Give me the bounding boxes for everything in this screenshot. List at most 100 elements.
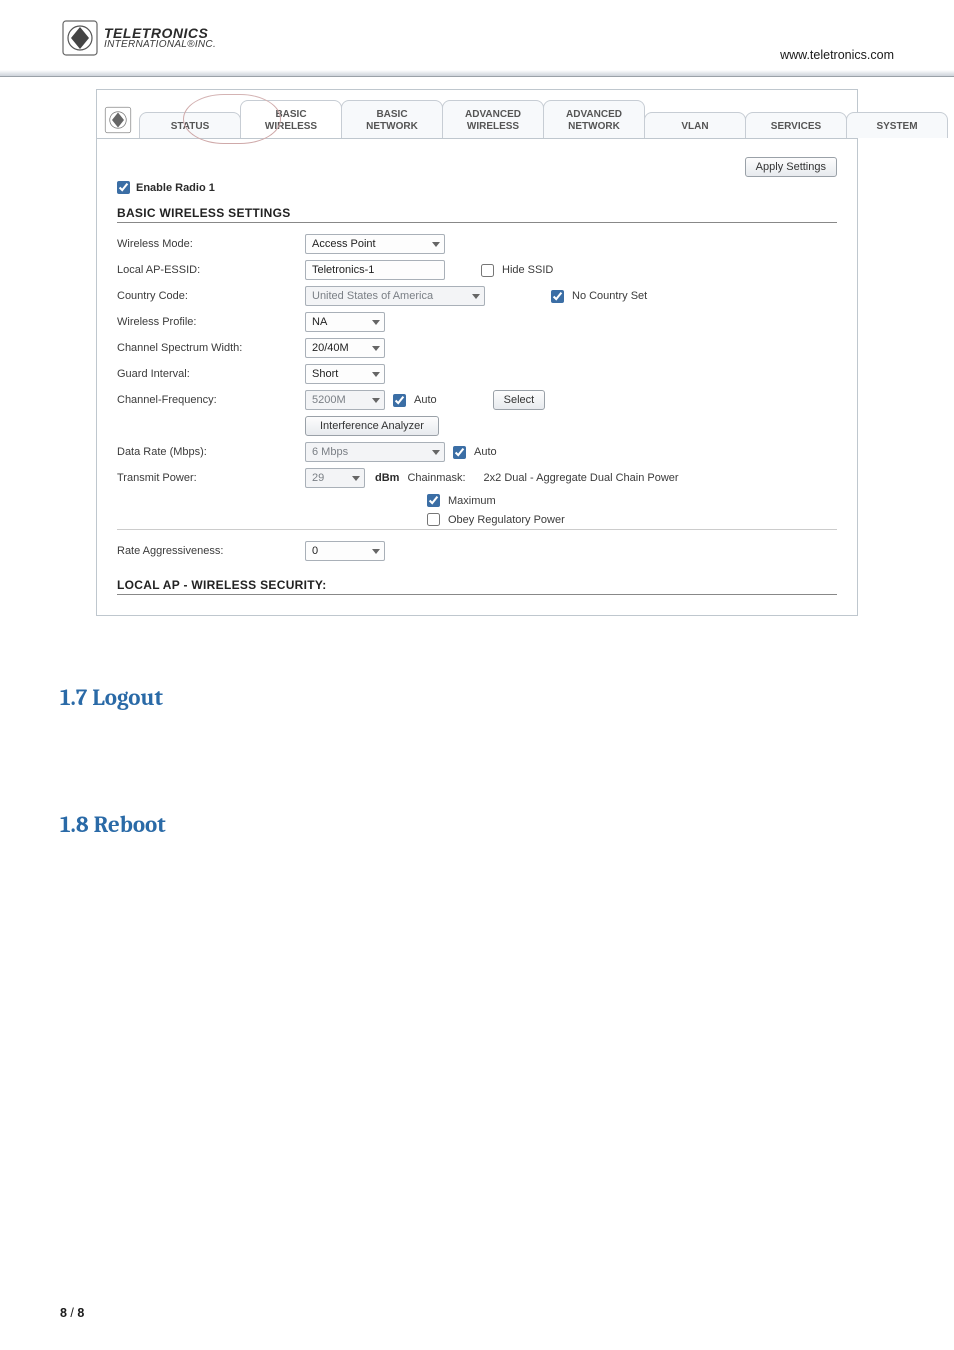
chevron-down-icon xyxy=(372,398,380,403)
country-code-select[interactable]: United States of America xyxy=(305,286,485,306)
enable-radio-checkbox[interactable] xyxy=(117,181,130,194)
settings-panel: STATUS BASIC WIRELESS BASIC NETWORK ADVA… xyxy=(96,89,858,616)
tab-label: BASIC xyxy=(376,109,407,120)
section-divider xyxy=(117,222,837,223)
maximum-checkbox[interactable] xyxy=(427,494,440,507)
page-total: 8 xyxy=(77,1306,84,1320)
essid-label: Local AP-ESSID: xyxy=(117,264,297,276)
page-sep: / xyxy=(67,1306,77,1320)
obey-regulatory-label: Obey Regulatory Power xyxy=(448,514,565,526)
doc-url: www.teletronics.com xyxy=(780,48,894,62)
select-value: 5200M xyxy=(312,394,346,406)
rate-aggressiveness-label: Rate Aggressiveness: xyxy=(117,545,297,557)
country-code-label: Country Code: xyxy=(117,290,297,302)
channel-freq-auto-checkbox[interactable] xyxy=(393,394,406,407)
select-value: Access Point xyxy=(312,238,376,250)
channel-frequency-select[interactable]: 5200M xyxy=(305,390,385,410)
tab-sublabel: WIRELESS xyxy=(467,121,519,132)
tab-label: VLAN xyxy=(681,121,708,132)
guard-interval-label: Guard Interval: xyxy=(117,368,297,380)
chevron-down-icon xyxy=(372,372,380,377)
select-value: United States of America xyxy=(312,290,433,302)
channel-freq-auto-label: Auto xyxy=(414,394,437,406)
select-value: 0 xyxy=(312,545,318,557)
page-current: 8 xyxy=(60,1306,67,1320)
input-value: Teletronics-1 xyxy=(312,264,374,276)
chainmask-value: 2x2 Dual - Aggregate Dual Chain Power xyxy=(484,472,679,484)
tab-label: BASIC xyxy=(275,109,306,120)
select-value: Short xyxy=(312,368,338,380)
no-country-set-label: No Country Set xyxy=(572,290,647,302)
heading-logout: 1.7 Logout xyxy=(60,684,894,711)
logo-icon xyxy=(60,18,100,58)
hide-ssid-checkbox[interactable] xyxy=(481,264,494,277)
data-rate-label: Data Rate (Mbps): xyxy=(117,446,297,458)
section-divider xyxy=(117,594,837,595)
tab-basic-network[interactable]: BASIC NETWORK xyxy=(341,100,443,138)
tab-basic-wireless[interactable]: BASIC WIRELESS xyxy=(240,100,342,138)
wireless-mode-label: Wireless Mode: xyxy=(117,238,297,250)
channel-frequency-label: Channel-Frequency: xyxy=(117,394,297,406)
rate-aggressiveness-select[interactable]: 0 xyxy=(305,541,385,561)
dbm-label: dBm xyxy=(375,472,399,484)
tabs-logo-icon xyxy=(103,102,133,138)
tab-sublabel: NETWORK xyxy=(568,121,620,132)
data-rate-auto-label: Auto xyxy=(474,446,497,458)
channel-spectrum-width-select[interactable]: 20/40M xyxy=(305,338,385,358)
data-rate-select[interactable]: 6 Mbps xyxy=(305,442,445,462)
obey-regulatory-checkbox[interactable] xyxy=(427,513,440,526)
chevron-down-icon xyxy=(472,294,480,299)
tab-sublabel: NETWORK xyxy=(366,121,418,132)
hide-ssid-label: Hide SSID xyxy=(502,264,553,276)
row-divider xyxy=(117,529,837,530)
tab-label: SYSTEM xyxy=(876,121,917,132)
chevron-down-icon xyxy=(372,549,380,554)
apply-settings-button[interactable]: Apply Settings xyxy=(745,157,837,177)
doc-logo: TELETRONICS INTERNATIONAL®INC. xyxy=(60,18,216,58)
wireless-profile-select[interactable]: NA xyxy=(305,312,385,332)
wireless-security-title: LOCAL AP - WIRELESS SECURITY: xyxy=(117,578,837,592)
essid-input[interactable]: Teletronics-1 xyxy=(305,260,445,280)
data-rate-auto-checkbox[interactable] xyxy=(453,446,466,459)
tab-label: SERVICES xyxy=(771,121,821,132)
chevron-down-icon xyxy=(432,242,440,247)
select-value: NA xyxy=(312,316,327,328)
tab-label: ADVANCED xyxy=(465,109,521,120)
guard-interval-select[interactable]: Short xyxy=(305,364,385,384)
select-value: 29 xyxy=(312,472,324,484)
tab-label: ADVANCED xyxy=(566,109,622,120)
no-country-set-checkbox[interactable] xyxy=(551,290,564,303)
chevron-down-icon xyxy=(432,450,440,455)
basic-wireless-settings-title: BASIC WIRELESS SETTINGS xyxy=(117,206,837,220)
chainmask-label: Chainmask: xyxy=(407,472,465,484)
select-value: 6 Mbps xyxy=(312,446,348,458)
channel-select-button[interactable]: Select xyxy=(493,390,546,410)
doc-header: TELETRONICS INTERNATIONAL®INC. www.telet… xyxy=(60,10,894,66)
chevron-down-icon xyxy=(352,476,360,481)
chevron-down-icon xyxy=(372,346,380,351)
tab-sublabel: WIRELESS xyxy=(265,121,317,132)
tab-advanced-network[interactable]: ADVANCED NETWORK xyxy=(543,100,645,138)
logo-text-1: TELETRONICS xyxy=(104,26,216,40)
tab-vlan[interactable]: VLAN xyxy=(644,112,746,139)
page-number: 8 / 8 xyxy=(60,1306,84,1320)
enable-radio-label: Enable Radio 1 xyxy=(136,182,215,194)
doc-header-rule xyxy=(0,70,954,77)
transmit-power-label: Transmit Power: xyxy=(117,472,297,484)
maximum-label: Maximum xyxy=(448,495,496,507)
chevron-down-icon xyxy=(372,320,380,325)
transmit-power-select[interactable]: 29 xyxy=(305,468,365,488)
tab-system[interactable]: SYSTEM xyxy=(846,112,948,139)
heading-reboot: 1.8 Reboot xyxy=(60,811,894,838)
tab-advanced-wireless[interactable]: ADVANCED WIRELESS xyxy=(442,100,544,138)
tab-status[interactable]: STATUS xyxy=(139,112,241,139)
wireless-profile-label: Wireless Profile: xyxy=(117,316,297,328)
select-value: 20/40M xyxy=(312,342,349,354)
interference-analyzer-button[interactable]: Interference Analyzer xyxy=(305,416,439,436)
tab-label: STATUS xyxy=(171,121,210,132)
logo-text-2: INTERNATIONAL®INC. xyxy=(104,40,216,50)
channel-spectrum-width-label: Channel Spectrum Width: xyxy=(117,342,297,354)
wireless-mode-select[interactable]: Access Point xyxy=(305,234,445,254)
tab-services[interactable]: SERVICES xyxy=(745,112,847,139)
tabs-bar: STATUS BASIC WIRELESS BASIC NETWORK ADVA… xyxy=(97,90,857,139)
